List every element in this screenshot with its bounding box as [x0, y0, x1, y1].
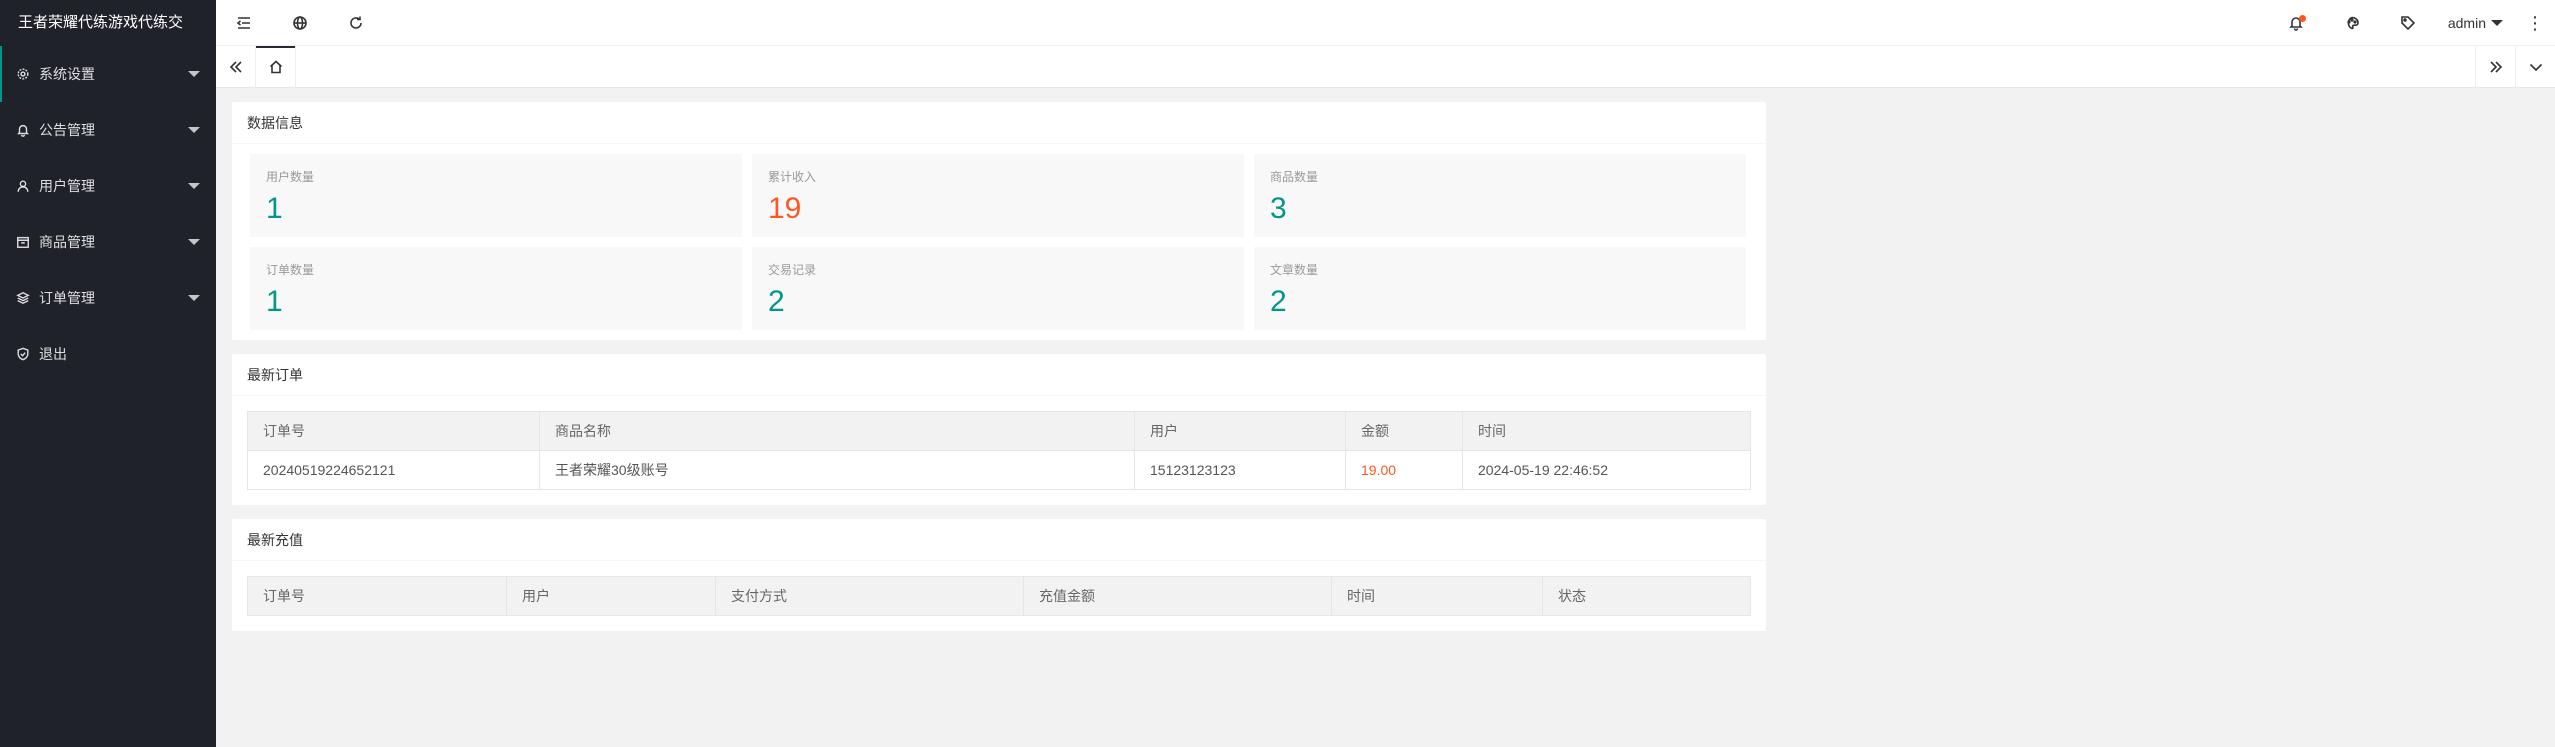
caret-down-icon [2491, 20, 2503, 26]
shield-icon [16, 347, 30, 361]
notice-button[interactable] [2268, 0, 2324, 46]
latest-recharge-card: 最新充值 订单号 用户 支付方式 充值金额 时间 状态 [232, 519, 1766, 631]
goods-icon [16, 235, 30, 249]
stat-value: 1 [266, 285, 283, 318]
shrink-menu-icon [236, 17, 250, 29]
bell-icon [16, 123, 30, 137]
sidebar-item-label: 用户管理 [39, 178, 95, 194]
latest-orders-table: 订单号 商品名称 用户 金额 时间 20240519224652121 王者荣耀… [247, 411, 1751, 490]
sidebar-item-label: 订单管理 [39, 290, 95, 306]
column-header: 订单号 [247, 411, 540, 451]
stat-label: 商品数量 [1270, 170, 1319, 184]
next-page-icon [2489, 61, 2502, 73]
amount-cell: 19.00 [1345, 450, 1463, 490]
tab-options-icon [2529, 63, 2542, 72]
time-cell: 2024-05-19 22:46:52 [1462, 450, 1751, 490]
sidebar-item-orders[interactable]: 订单管理 [0, 270, 216, 326]
website-button[interactable] [272, 0, 328, 46]
column-header: 商品名称 [539, 411, 1135, 451]
user-cell: 15123123123 [1134, 450, 1346, 490]
sidebar-item-logout[interactable]: 退出 [0, 326, 216, 382]
sidebar-item-label: 退出 [39, 346, 67, 362]
tabs-options-button[interactable] [2515, 46, 2555, 88]
column-header: 时间 [1462, 411, 1751, 451]
caret-down-icon [188, 295, 200, 301]
sidebar: 王者荣耀代练游戏代练交 系统设置 公告管理 用户管理 商品管理 订单管理 退出 [0, 0, 216, 747]
refresh-icon [350, 16, 362, 29]
column-header: 用户 [506, 576, 716, 616]
tag-button[interactable] [2380, 0, 2436, 46]
shrink-menu-button[interactable] [216, 0, 272, 46]
theme-icon [2347, 16, 2359, 30]
sidebar-item-label: 系统设置 [39, 66, 95, 82]
user-menu[interactable]: admin [2436, 0, 2515, 46]
card-title: 最新充值 [232, 519, 1766, 561]
latest-recharge-table: 订单号 用户 支付方式 充值金额 时间 状态 [247, 576, 1751, 616]
stat-total-income: 累计收入 19 [752, 154, 1244, 237]
gear-icon [16, 67, 30, 81]
tag-icon [2401, 16, 2415, 31]
stat-label: 文章数量 [1270, 263, 1319, 277]
stats-grid: 用户数量 1 累计收入 19 商品数量 3 订单数量 1 交易记录 2 文章数量… [232, 144, 1766, 340]
order-number-cell: 20240519224652121 [247, 450, 540, 490]
stat-label: 交易记录 [768, 263, 817, 277]
stat-goods-count: 商品数量 3 [1254, 154, 1746, 237]
sidebar-item-label: 公告管理 [39, 122, 95, 138]
column-header: 充值金额 [1023, 576, 1332, 616]
main-content: 数据信息 用户数量 1 累计收入 19 商品数量 3 订单数量 1 交易记录 2 [232, 102, 1766, 645]
stat-value: 19 [768, 192, 802, 225]
more-options-button[interactable]: ⋮ [2515, 0, 2555, 46]
tabs-scroll-left-button[interactable] [216, 46, 256, 88]
app-logo[interactable]: 王者荣耀代练游戏代练交 [0, 0, 216, 46]
column-header: 订单号 [247, 576, 507, 616]
layers-icon [16, 291, 30, 305]
stat-label: 用户数量 [266, 170, 315, 184]
stat-user-count: 用户数量 1 [250, 154, 742, 237]
notification-dot [2298, 15, 2306, 22]
column-header: 金额 [1345, 411, 1463, 451]
stat-label: 累计收入 [768, 170, 817, 184]
user-icon [16, 179, 30, 193]
sidebar-item-announcements[interactable]: 公告管理 [0, 102, 216, 158]
column-header: 支付方式 [715, 576, 1024, 616]
tab-home[interactable] [256, 46, 296, 88]
stat-value: 2 [768, 285, 785, 318]
caret-down-icon [188, 183, 200, 189]
card-title: 数据信息 [232, 102, 1766, 144]
card-title: 最新订单 [232, 354, 1766, 396]
column-header: 时间 [1331, 576, 1543, 616]
caret-down-icon [188, 71, 200, 77]
sidebar-item-users[interactable]: 用户管理 [0, 158, 216, 214]
username: admin [2447, 15, 2486, 31]
stat-transaction-records: 交易记录 2 [752, 247, 1244, 330]
sidebar-item-system-settings[interactable]: 系统设置 [0, 46, 216, 102]
table-row[interactable]: 20240519224652121 王者荣耀30级账号 15123123123 … [247, 450, 1751, 490]
stat-value: 3 [1270, 192, 1287, 225]
page-tabs-bar [216, 46, 2555, 88]
website-icon [293, 16, 307, 30]
latest-orders-card: 最新订单 订单号 商品名称 用户 金额 时间 20240519224652121… [232, 354, 1766, 505]
home-icon [269, 60, 282, 74]
stat-order-count: 订单数量 1 [250, 247, 742, 330]
data-info-card: 数据信息 用户数量 1 累计收入 19 商品数量 3 订单数量 1 交易记录 2 [232, 102, 1766, 340]
caret-down-icon [188, 127, 200, 133]
column-header: 状态 [1542, 576, 1751, 616]
stat-value: 2 [1270, 285, 1287, 318]
stat-value: 1 [266, 192, 283, 225]
stat-article-count: 文章数量 2 [1254, 247, 1746, 330]
theme-button[interactable] [2324, 0, 2380, 46]
sidebar-item-label: 商品管理 [39, 234, 95, 250]
tabs-scroll-right-button[interactable] [2475, 46, 2515, 88]
stat-label: 订单数量 [266, 263, 315, 277]
table-header-row: 订单号 商品名称 用户 金额 时间 [247, 411, 1751, 451]
sidebar-item-goods[interactable]: 商品管理 [0, 214, 216, 270]
column-header: 用户 [1134, 411, 1346, 451]
refresh-button[interactable] [328, 0, 384, 46]
caret-down-icon [188, 239, 200, 245]
product-name-cell: 王者荣耀30级账号 [539, 450, 1135, 490]
prev-page-icon [229, 61, 242, 73]
top-header: admin ⋮ [216, 0, 2555, 46]
table-header-row: 订单号 用户 支付方式 充值金额 时间 状态 [247, 576, 1751, 616]
